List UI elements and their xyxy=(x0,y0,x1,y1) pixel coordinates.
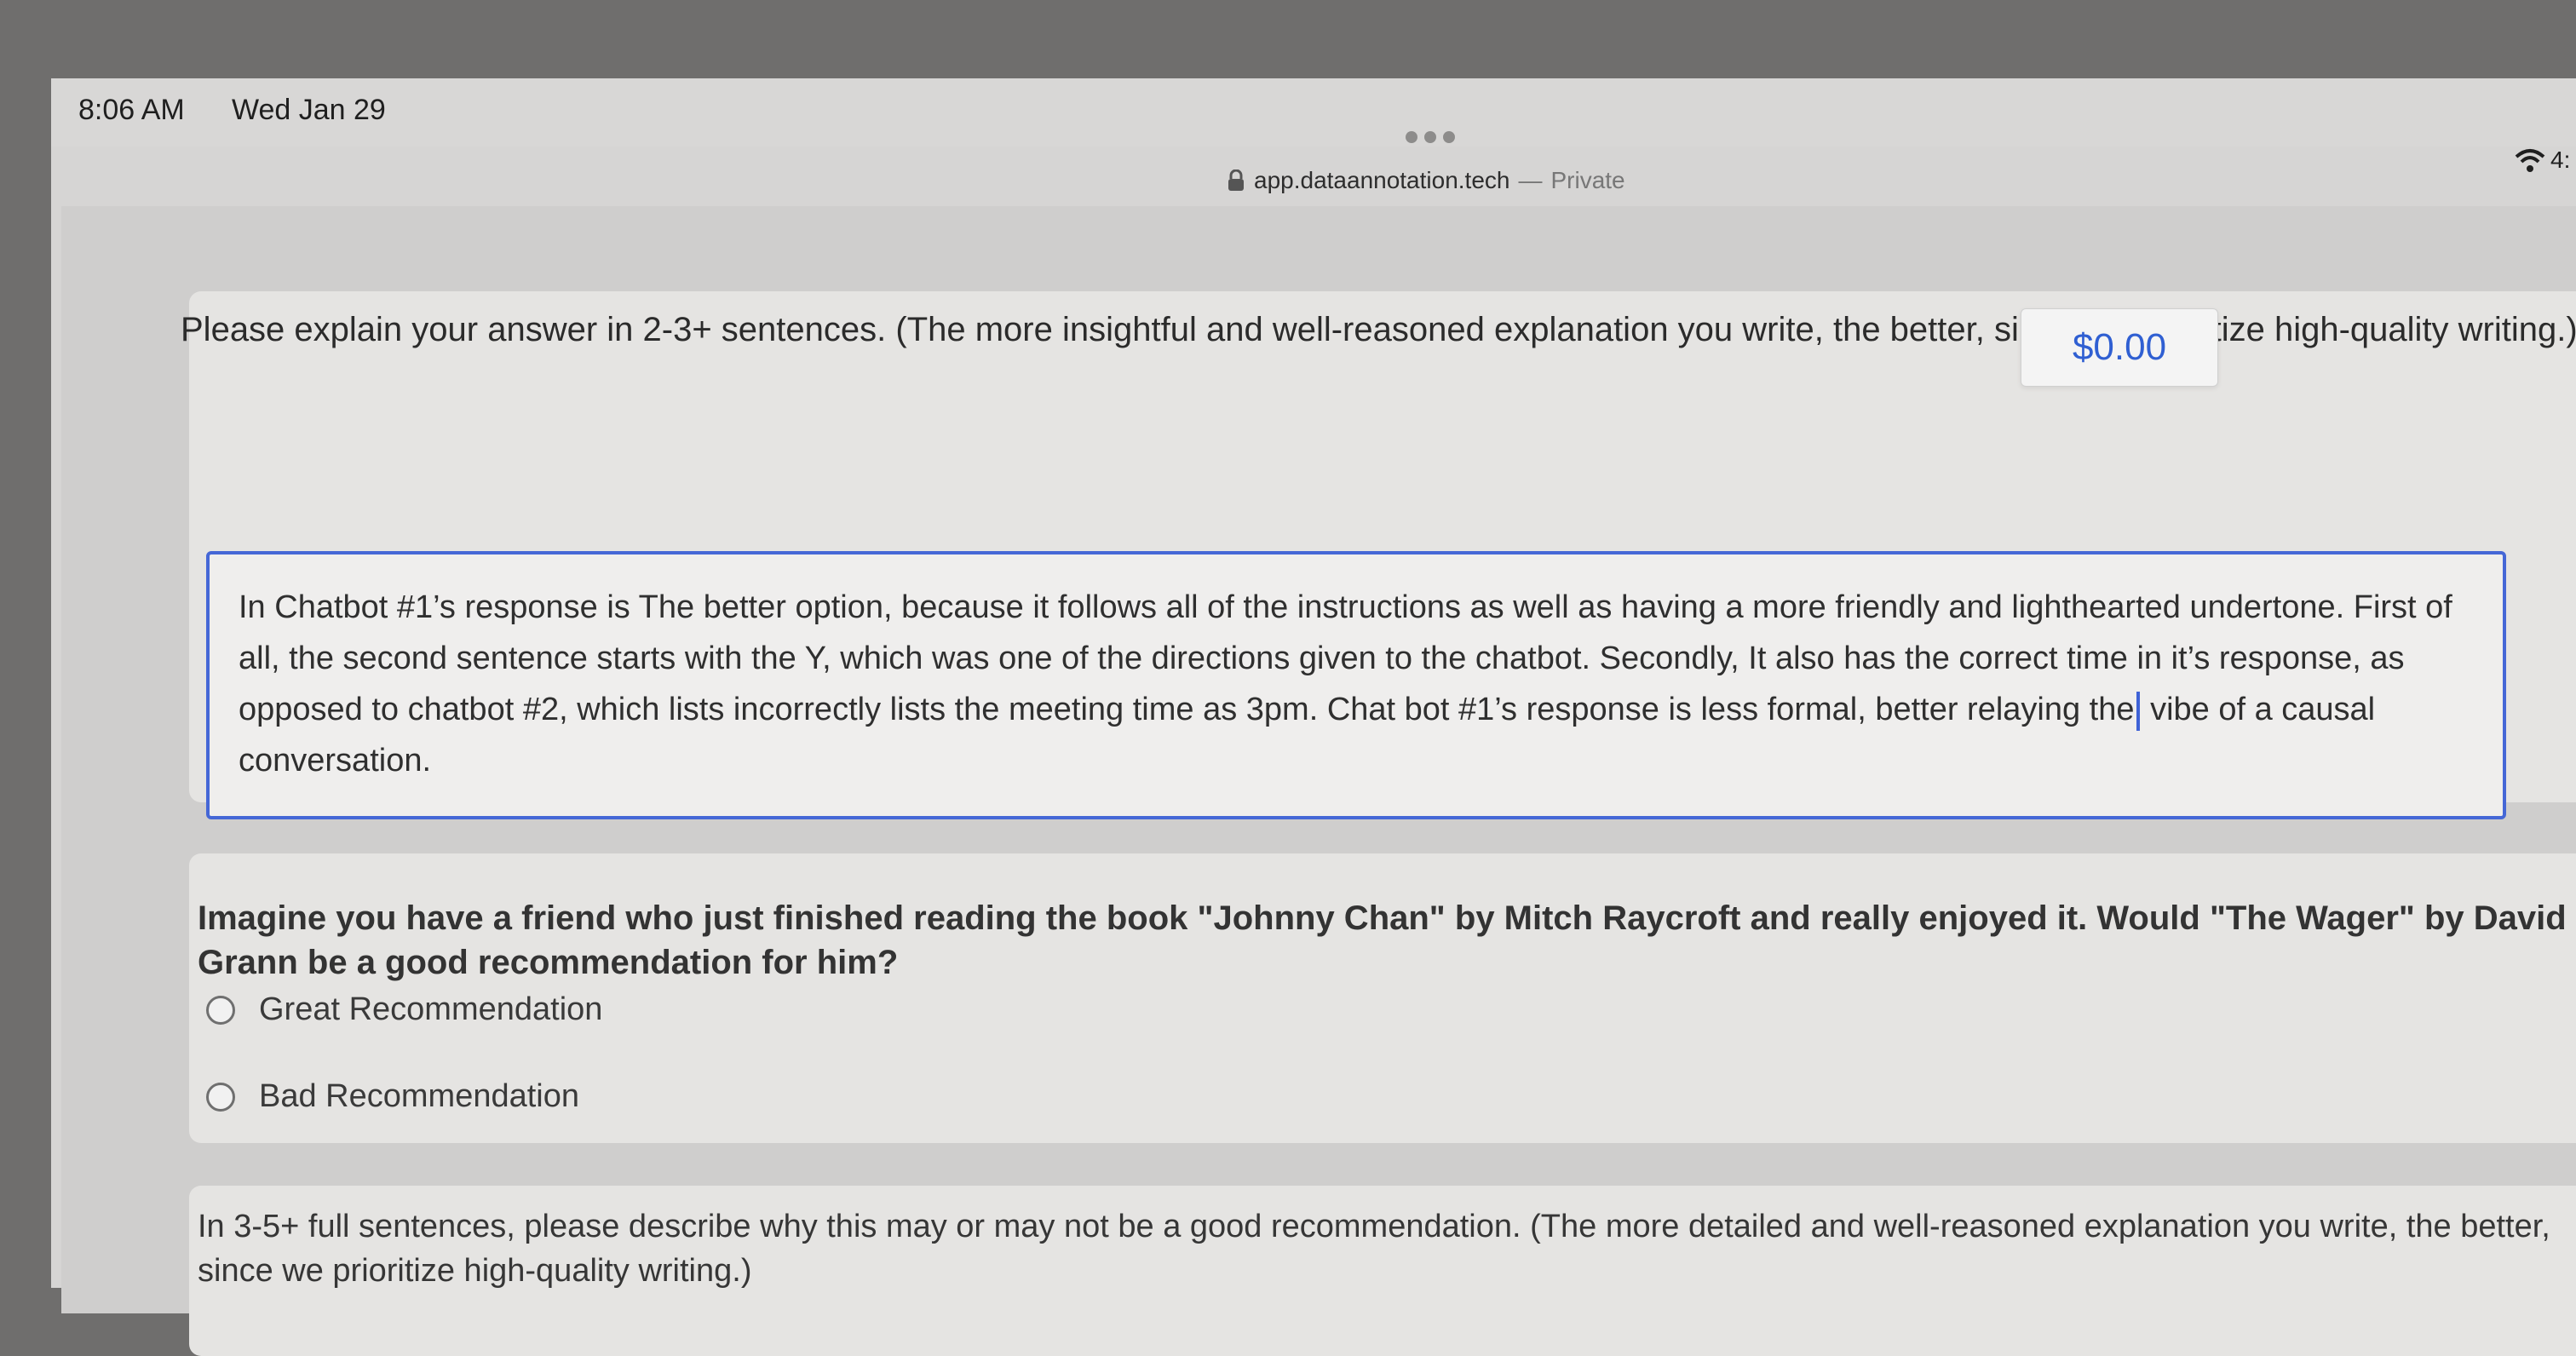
answer-text: In Chatbot #1’s response is The better o… xyxy=(239,582,2462,786)
explanation-textarea[interactable]: In Chatbot #1’s response is The better o… xyxy=(206,551,2506,819)
battery-indicator: 4: xyxy=(2550,147,2571,173)
status-date: Wed Jan 29 xyxy=(232,94,386,126)
text-cursor xyxy=(2136,691,2140,731)
url-domain: app.dataannotation.tech xyxy=(1254,167,1510,193)
tab-overview-icon[interactable] xyxy=(1406,131,1465,148)
lock-icon xyxy=(1228,170,1244,191)
answer-text-before-cursor: In Chatbot #1’s response is The better o… xyxy=(239,589,2452,727)
address-bar[interactable]: app.dataannotation.tech — Private xyxy=(1227,164,1625,198)
option-label: Bad Recommendation xyxy=(259,1078,579,1114)
followup-instructions: In 3-5+ full sentences, please describe … xyxy=(198,1209,2550,1289)
option-great-recommendation[interactable]: Great Recommendation xyxy=(206,991,602,1028)
private-label: Private xyxy=(1550,167,1625,193)
option-label: Great Recommendation xyxy=(259,991,603,1027)
option-bad-recommendation[interactable]: Bad Recommendation xyxy=(206,1078,579,1115)
radio-button-icon[interactable] xyxy=(206,1082,235,1112)
wifi-icon xyxy=(2515,149,2545,172)
recommendation-question: Imagine you have a friend who just finis… xyxy=(198,899,2567,981)
screen: 8:06 AM Wed Jan 29 4: app.dataannotation… xyxy=(51,78,2576,1356)
status-time: 8:06 AM xyxy=(78,94,185,126)
url-separator: — xyxy=(1518,167,1543,193)
page-content: Please explain your answer in 2-3+ sente… xyxy=(61,206,2576,1356)
radio-button-icon[interactable] xyxy=(206,995,235,1025)
status-bar: 8:06 AM Wed Jan 29 4: xyxy=(51,78,2576,173)
earnings-badge: $0.00 xyxy=(2021,308,2218,387)
